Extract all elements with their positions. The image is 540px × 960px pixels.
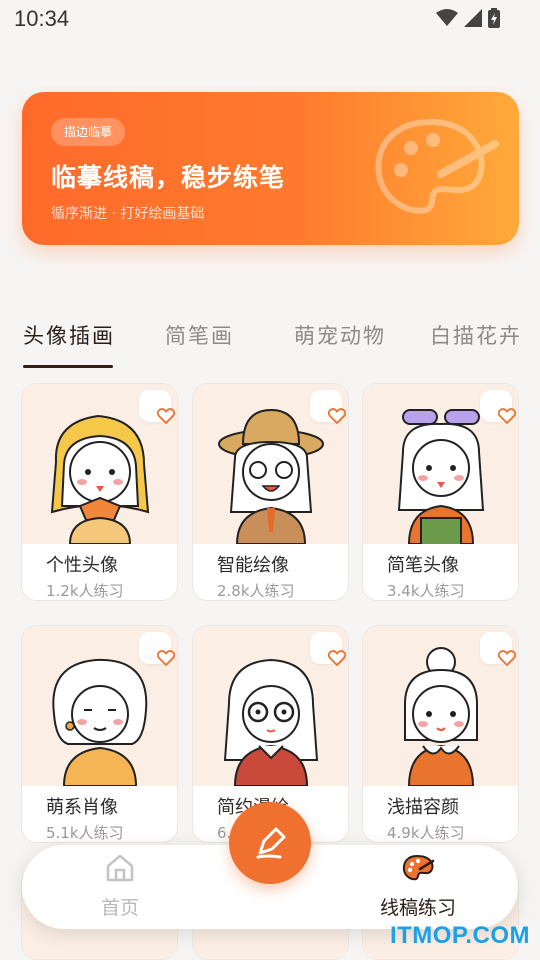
banner-title: 临摹线稿，稳步练笔 (51, 163, 286, 192)
tab-simple-drawing[interactable]: 简笔画 (165, 320, 234, 350)
card-title: 个性头像 (46, 555, 118, 576)
nav-line-practice-label: 线稿练习 (379, 897, 456, 919)
card-practice-count: 2.8k人练习 (217, 582, 295, 600)
signal-icon (464, 9, 482, 27)
heart-icon (157, 650, 175, 666)
card-practice-count: 3.4k人练习 (387, 582, 465, 600)
banner-tag: 描边临摹 (51, 118, 126, 146)
tab-avatar-illustration[interactable]: 头像插画 (23, 320, 115, 350)
nav-line-practice[interactable]: 线稿练习 (358, 853, 478, 920)
status-time: 10:34 (14, 6, 70, 31)
favorite-button[interactable] (139, 390, 175, 424)
heart-icon (157, 408, 175, 424)
battery-icon (488, 8, 500, 28)
status-bar: 10:34 (0, 0, 540, 40)
favorite-button[interactable] (310, 632, 346, 666)
draw-fab-button[interactable] (229, 802, 311, 884)
watermark: ITMOP.COM (389, 922, 530, 949)
favorite-button[interactable] (480, 632, 516, 666)
card-practice-count: 1.2k人练习 (46, 582, 124, 600)
active-tab-indicator (23, 365, 113, 368)
card-practice-count: 4.9k人练习 (387, 824, 465, 842)
heart-icon (328, 408, 346, 424)
wifi-icon (436, 9, 458, 26)
artwork-card[interactable]: 简笔头像 3.4k人练习 (362, 383, 519, 601)
palette-icon (375, 118, 499, 214)
promo-banner[interactable]: 描边临摹 临摹线稿，稳步练笔 循序渐进 · 打好绘画基础 (22, 92, 519, 245)
artwork-card[interactable]: 萌系肖像 5.1k人练习 (21, 625, 178, 843)
artwork-card[interactable]: 个性头像 1.2k人练习 (21, 383, 178, 601)
category-tabs: 头像插画 简笔画 萌宠动物 白描花卉 (0, 318, 540, 370)
artwork-thumbnail (22, 626, 177, 786)
girl-hat-illustration (218, 408, 324, 544)
artwork-thumbnail (363, 384, 518, 544)
banner-subtitle: 循序渐进 · 打好绘画基础 (51, 206, 205, 222)
favorite-button[interactable] (310, 390, 346, 424)
nav-home-label: 首页 (100, 897, 139, 919)
card-title: 简笔头像 (387, 555, 459, 576)
artwork-thumbnail (193, 384, 348, 544)
heart-icon (498, 650, 516, 666)
card-practice-count: 5.1k人练习 (46, 824, 124, 842)
girl-bun-illustration (404, 647, 478, 786)
girl-sunglasses-illustration (397, 409, 485, 544)
tab-line-flowers[interactable]: 白描花卉 (430, 320, 522, 350)
pen-icon (256, 827, 286, 859)
palette-icon (402, 854, 435, 881)
artwork-thumbnail (193, 626, 348, 786)
tab-cute-pets[interactable]: 萌宠动物 (294, 320, 386, 350)
card-title: 浅描容颜 (387, 797, 459, 818)
heart-icon (498, 408, 516, 424)
card-title: 萌系肖像 (46, 797, 118, 818)
status-icons (436, 8, 500, 28)
nav-home[interactable]: 首页 (60, 853, 180, 920)
artwork-thumbnail (363, 626, 518, 786)
card-title: 智能绘像 (217, 555, 289, 576)
artwork-thumbnail (22, 384, 177, 544)
favorite-button[interactable] (139, 632, 175, 666)
heart-icon (328, 650, 346, 666)
home-icon (106, 854, 134, 882)
girl-yellow-hood-illustration (50, 414, 150, 544)
artwork-card[interactable]: 浅描容颜 4.9k人练习 (362, 625, 519, 843)
girl-glasses-illustration (223, 658, 319, 786)
favorite-button[interactable] (480, 390, 516, 424)
girl-curly-hair-illustration (52, 658, 148, 786)
artwork-card[interactable]: 智能绘像 2.8k人练习 (192, 383, 349, 601)
